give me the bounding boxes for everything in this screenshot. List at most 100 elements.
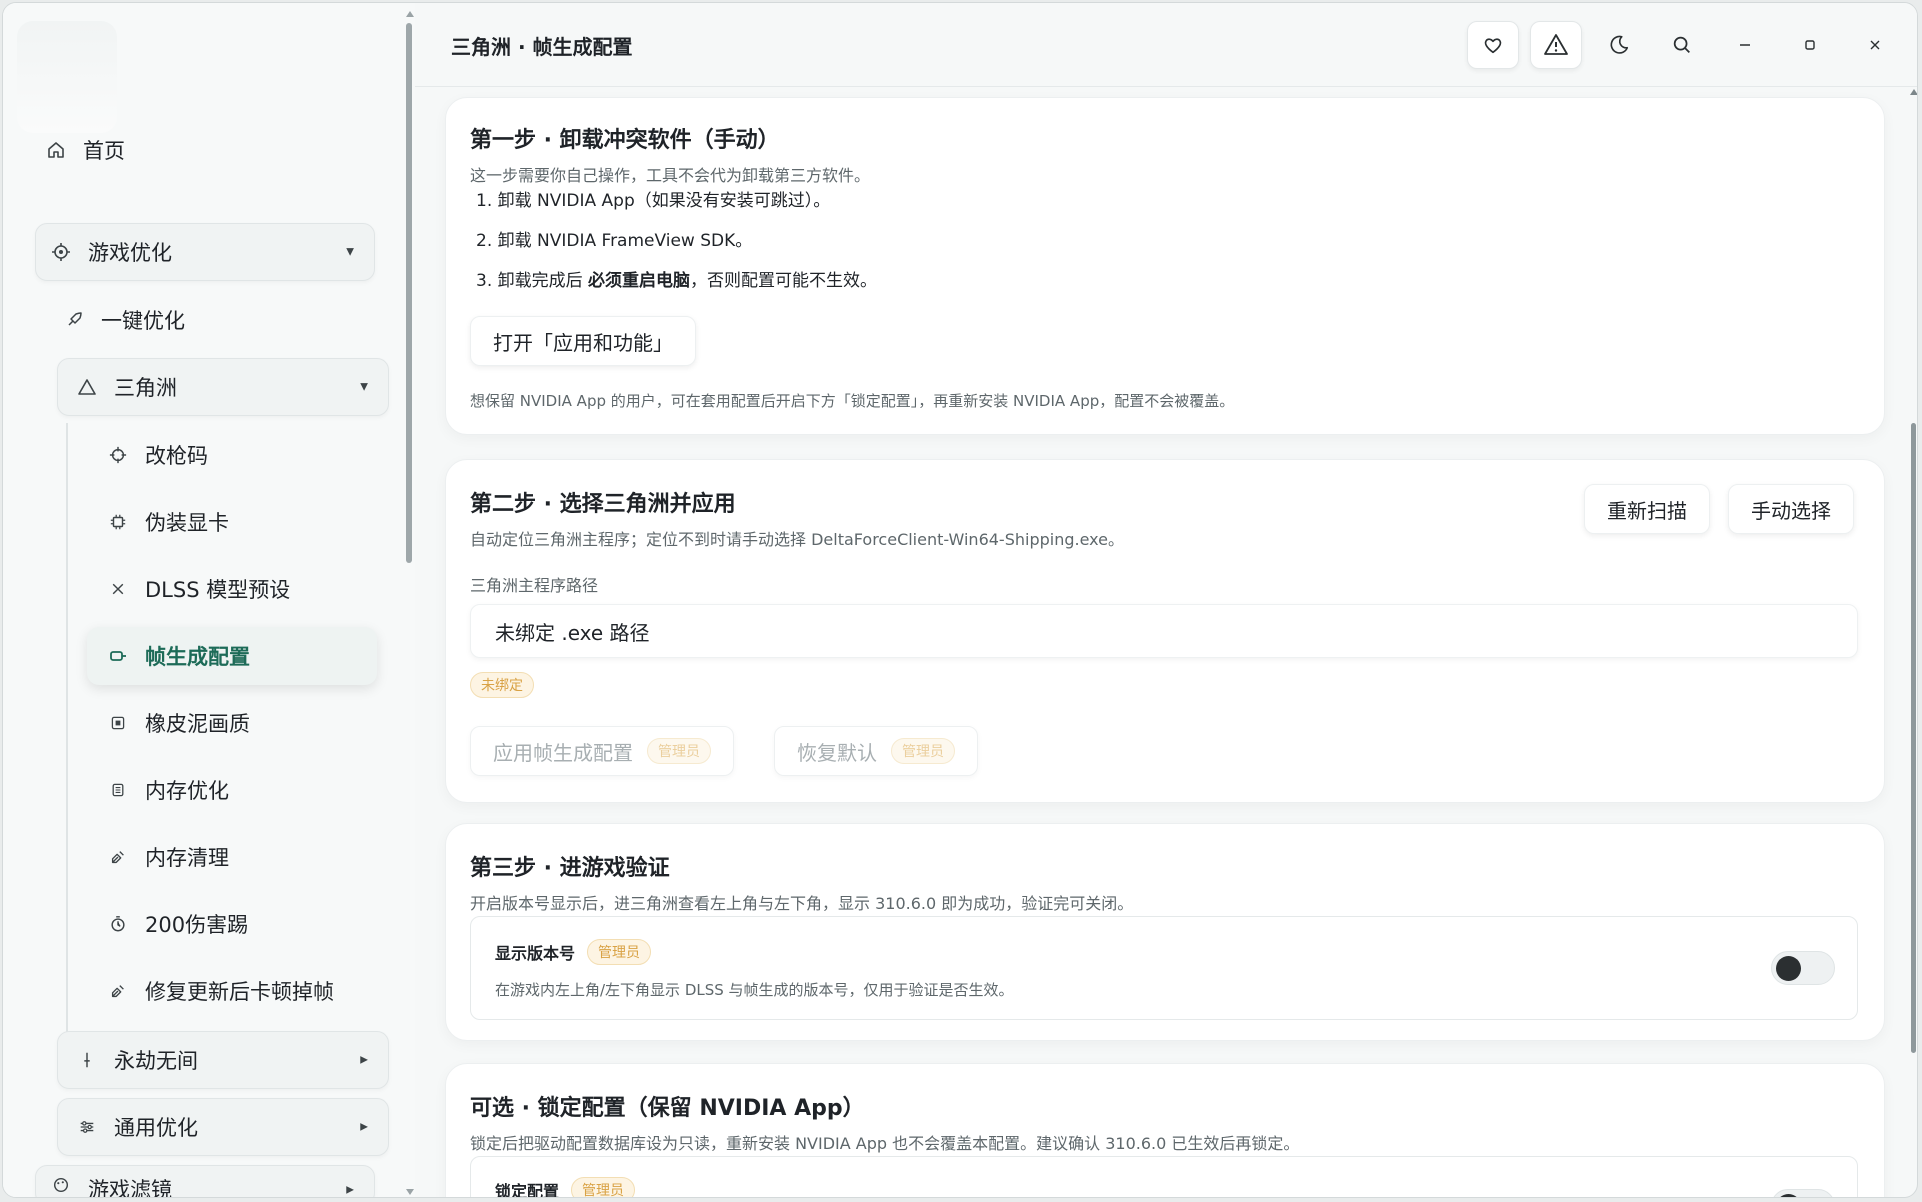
button-label: 应用帧生成配置 bbox=[493, 740, 633, 765]
button-label: 恢复默认 bbox=[797, 740, 877, 765]
option-header: 锁定配置 管理员 bbox=[495, 1177, 636, 1198]
scrollbar-thumb[interactable] bbox=[1911, 423, 1916, 1053]
step-list: 1. 卸载 NVIDIA App（如果没有安装可跳过）。 2. 卸载 NVIDI… bbox=[476, 186, 877, 306]
search-button[interactable] bbox=[1656, 21, 1708, 69]
triangle-icon bbox=[76, 376, 98, 398]
card-title: 可选 · 锁定配置（保留 NVIDIA App） bbox=[470, 1096, 865, 1121]
sidebar-item-label: 内存优化 bbox=[145, 779, 229, 803]
sliders-icon bbox=[76, 1116, 98, 1138]
search-icon bbox=[1673, 36, 1690, 53]
broom-icon bbox=[107, 980, 129, 1002]
tree-line bbox=[66, 423, 68, 1033]
sidebar-item-dlss-preset[interactable]: DLSS 模型预设 bbox=[107, 560, 377, 618]
sidebar-group-naraka[interactable]: 永劫无间 ▶ bbox=[57, 1031, 389, 1089]
maximize-button[interactable] bbox=[1784, 21, 1836, 69]
close-button[interactable] bbox=[1849, 21, 1901, 69]
home-icon bbox=[45, 139, 67, 161]
card-description: 开启版本号显示后，进三角洲查看左上角与左下角，显示 310.6.0 即为成功，验… bbox=[470, 894, 1134, 913]
sidebar-item-label: 一键优化 bbox=[101, 309, 185, 333]
open-apps-button[interactable]: 打开「应用和功能」 bbox=[470, 316, 696, 366]
apply-frame-gen-button[interactable]: 应用帧生成配置 管理员 bbox=[470, 726, 734, 776]
rescan-button[interactable]: 重新扫描 bbox=[1584, 484, 1710, 534]
sidebar-item-home[interactable]: 首页 bbox=[45, 121, 375, 179]
sidebar-item-one-click[interactable]: 一键优化 bbox=[63, 291, 373, 349]
sidebar-item-label: 三角洲 bbox=[114, 376, 177, 400]
card-step1: 第一步 · 卸载冲突软件（手动） 这一步需要你自己操作，工具不会代为卸载第三方软… bbox=[445, 97, 1885, 435]
card-description: 这一步需要你自己操作，工具不会代为卸载第三方软件。 bbox=[470, 166, 871, 185]
timer-icon bbox=[107, 913, 129, 935]
sidebar-item-memory-clean[interactable]: 内存清理 bbox=[107, 828, 377, 886]
cross-icon bbox=[107, 578, 129, 600]
main-scrollbar[interactable] bbox=[1909, 89, 1917, 1197]
show-version-toggle[interactable] bbox=[1771, 951, 1835, 985]
card-description: 自动定位三角洲主程序；定位不到时请手动选择 DeltaForceClient-W… bbox=[470, 530, 1124, 549]
warning-button[interactable] bbox=[1530, 21, 1582, 69]
sidebar-item-frame-gen[interactable]: 帧生成配置 bbox=[87, 627, 377, 685]
sidebar-item-200-kick[interactable]: 200伤害踢 bbox=[107, 895, 377, 953]
option-lock-config: 锁定配置 管理员 bbox=[470, 1156, 1858, 1198]
sidebar-item-label: 帧生成配置 bbox=[145, 645, 250, 669]
target-icon bbox=[50, 241, 72, 263]
card-description: 锁定后把驱动配置数据库设为只读，重新安装 NVIDIA App 也不会覆盖本配置… bbox=[470, 1134, 1300, 1153]
crosshair-icon bbox=[107, 444, 129, 466]
chip-icon bbox=[107, 511, 129, 533]
card-optional-lock: 可选 · 锁定配置（保留 NVIDIA App） 锁定后把驱动配置数据库设为只读… bbox=[445, 1063, 1885, 1198]
admin-badge: 管理员 bbox=[571, 1177, 636, 1197]
sidebar-item-memory-opt[interactable]: 内存优化 bbox=[107, 761, 377, 819]
card-title: 第二步 · 选择三角洲并应用 bbox=[470, 492, 736, 517]
maximize-icon bbox=[1805, 40, 1815, 50]
palette-icon bbox=[50, 1174, 72, 1196]
sidebar-item-gun-code[interactable]: 改枪码 bbox=[107, 426, 377, 484]
scroll-up-icon[interactable] bbox=[1910, 89, 1917, 95]
status-badge: 未绑定 bbox=[470, 672, 534, 698]
sidebar-group-delta[interactable]: 三角洲 ▼ bbox=[57, 358, 389, 416]
sidebar-group-filters[interactable]: 游戏滤镜 ▶ bbox=[35, 1165, 375, 1198]
card-title: 第三步 · 进游戏验证 bbox=[470, 856, 670, 881]
card-title: 第一步 · 卸载冲突软件（手动） bbox=[470, 128, 780, 153]
option-title: 锁定配置 bbox=[495, 1182, 560, 1198]
chevron-down-icon: ▼ bbox=[360, 381, 368, 393]
list-item-text: ，否则配置可能不生效。 bbox=[690, 271, 878, 291]
option-show-version: 显示版本号 管理员 在游戏内左上角/左下角显示 DLSS 与帧生成的版本号，仅用… bbox=[470, 916, 1858, 1020]
sidebar-item-fake-gpu[interactable]: 伪装显卡 bbox=[107, 493, 377, 551]
app-window: 首页 游戏优化 ▼ 一键优化 三角洲 ▼ 改枪码 伪装显卡 DLSS 模型预设 … bbox=[2, 2, 1918, 1198]
lock-config-toggle[interactable] bbox=[1771, 1189, 1835, 1197]
heart-icon bbox=[1484, 38, 1502, 54]
sidebar-item-label: 游戏滤镜 bbox=[88, 1178, 172, 1198]
theme-toggle-button[interactable] bbox=[1593, 21, 1645, 69]
sidebar-item-label: 通用优化 bbox=[114, 1116, 198, 1140]
sidebar-item-label: 200伤害踢 bbox=[145, 913, 249, 937]
sidebar-item-clay-quality[interactable]: 橡皮泥画质 bbox=[107, 694, 377, 752]
chevron-right-icon: ▶ bbox=[360, 1054, 368, 1066]
scroll-down-icon[interactable] bbox=[406, 1189, 414, 1195]
memory-icon bbox=[107, 779, 129, 801]
chevron-down-icon: ▼ bbox=[346, 246, 354, 258]
exe-path-field[interactable]: 未绑定 .exe 路径 bbox=[470, 604, 1858, 658]
sidebar-item-fix-stutter[interactable]: 修复更新后卡顿掉帧 bbox=[107, 962, 397, 1020]
scroll-up-icon[interactable] bbox=[406, 11, 414, 17]
sidebar-group-game-optimization[interactable]: 游戏优化 ▼ bbox=[35, 223, 375, 281]
sidebar-item-label: 改枪码 bbox=[145, 444, 208, 468]
option-description: 在游戏内左上角/左下角显示 DLSS 与帧生成的版本号，仅用于验证是否生效。 bbox=[495, 981, 1014, 999]
sidebar-group-general[interactable]: 通用优化 ▶ bbox=[57, 1098, 389, 1156]
manual-select-button[interactable]: 手动选择 bbox=[1728, 484, 1854, 534]
list-item-bold: 必须重启电脑 bbox=[588, 271, 691, 291]
sidebar-item-label: 永劫无间 bbox=[114, 1049, 198, 1073]
admin-badge: 管理员 bbox=[647, 738, 711, 764]
scrollbar-thumb[interactable] bbox=[406, 23, 412, 563]
list-item: 2. 卸载 NVIDIA FrameView SDK。 bbox=[476, 231, 753, 251]
warning-icon bbox=[1544, 34, 1568, 55]
favorite-button[interactable] bbox=[1467, 21, 1519, 69]
frame-gen-icon bbox=[107, 645, 129, 667]
path-label: 三角洲主程序路径 bbox=[470, 576, 599, 595]
sidebar-item-label: 伪装显卡 bbox=[145, 511, 229, 535]
sidebar-item-label: DLSS 模型预设 bbox=[145, 578, 291, 602]
minimize-button[interactable] bbox=[1719, 21, 1771, 69]
card-step2: 第二步 · 选择三角洲并应用 自动定位三角洲主程序；定位不到时请手动选择 Del… bbox=[445, 459, 1885, 803]
list-item: 3. 卸载完成后 必须重启电脑，否则配置可能不生效。 bbox=[476, 266, 877, 306]
restore-default-button[interactable]: 恢复默认 管理员 bbox=[774, 726, 978, 776]
sidebar-item-label: 橡皮泥画质 bbox=[145, 712, 250, 736]
admin-badge: 管理员 bbox=[587, 939, 652, 965]
sidebar-scrollbar[interactable] bbox=[403, 11, 415, 1195]
title-bar: 三角洲 · 帧生成配置 bbox=[415, 3, 1917, 87]
